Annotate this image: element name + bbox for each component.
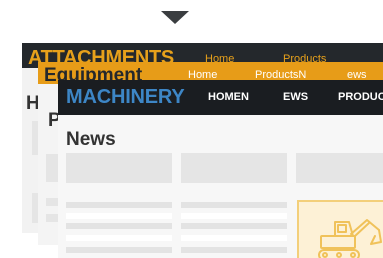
site-logo-text[interactable]: MACHINERY: [66, 86, 185, 109]
nav-link-products[interactable]: PRODUC: [338, 91, 383, 103]
content-tile: [46, 198, 58, 206]
text-line-placeholder: [66, 213, 172, 219]
site-preview-machinery[interactable]: MACHINERY HOMEN EWS PRODUC News: [58, 80, 383, 258]
featured-machine-card[interactable]: [297, 200, 383, 258]
text-line-placeholder: [66, 247, 172, 253]
text-line-placeholder: [181, 235, 287, 241]
content-tile: [46, 214, 58, 222]
text-line-placeholder: [181, 202, 287, 208]
text-line-placeholder: [66, 223, 172, 229]
content-tile: [46, 154, 58, 182]
nav-link-ews[interactable]: EWS: [283, 91, 308, 103]
news-card-placeholder[interactable]: [66, 153, 172, 183]
excavator-icon: [318, 219, 382, 258]
dropdown-arrow-icon[interactable]: [161, 11, 189, 24]
text-line-placeholder: [181, 213, 287, 219]
page-title: News: [66, 129, 116, 150]
news-card-placeholder[interactable]: [181, 153, 287, 183]
nav-link-homenews[interactable]: HOMEN: [208, 91, 249, 103]
text-line-placeholder: [66, 202, 172, 208]
news-card-placeholder[interactable]: [296, 153, 383, 183]
text-line-placeholder: [66, 235, 172, 241]
text-line-placeholder: [181, 247, 287, 253]
site-header: MACHINERY HOMEN EWS PRODUC: [58, 80, 383, 115]
text-line-placeholder: [181, 223, 287, 229]
